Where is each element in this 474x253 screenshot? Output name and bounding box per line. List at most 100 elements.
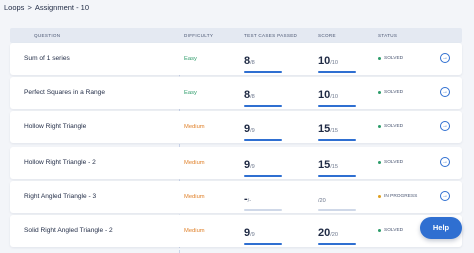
difficulty-label: Easy	[184, 90, 197, 96]
table-row[interactable]: Sum of 1 series Easy 8/8 10/10 SOLVED →	[10, 43, 462, 75]
column-header-difficulty: DIFFICULTY	[184, 33, 214, 38]
status-badge: SOLVED	[378, 90, 403, 95]
table-row[interactable]: Perfect Squares in a Range Easy 8/8 10/10 SO…	[10, 77, 462, 109]
difficulty-label: Medium	[184, 124, 205, 130]
column-header-score: SCORE	[318, 33, 336, 38]
tests-progress-bar	[244, 243, 282, 245]
status-label: SOLVED	[384, 228, 404, 233]
score-max-value: /10	[330, 94, 339, 100]
status-label: SOLVED	[384, 124, 404, 129]
question-name[interactable]: Hollow Right Triangle - 2	[24, 159, 96, 166]
breadcrumb-separator: >	[27, 3, 32, 12]
status-badge: SOLVED	[378, 160, 403, 165]
score-progress-bar	[318, 209, 356, 211]
difficulty-label: Medium	[184, 228, 205, 234]
arrow-right-circle-icon[interactable]: →	[440, 191, 450, 201]
tests-progress-fill	[244, 71, 282, 73]
status-dot-icon	[378, 229, 381, 232]
score-max-value: /15	[330, 164, 339, 170]
score-cell: 10/10	[318, 85, 356, 107]
score-cell: 10/10	[318, 51, 356, 73]
tests-progress-fill	[244, 175, 282, 177]
arrow-right-circle-icon[interactable]: →	[440, 87, 450, 97]
status-label: SOLVED	[384, 56, 404, 61]
tests-total-value: /9	[250, 128, 255, 134]
difficulty-label: Easy	[184, 56, 197, 62]
breadcrumb-parent[interactable]: Loops	[4, 3, 24, 12]
tests-total-value: /8	[250, 60, 255, 66]
question-name[interactable]: Sum of 1 series	[24, 55, 70, 62]
status-badge: SOLVED	[378, 124, 403, 129]
score-progress-bar	[318, 105, 356, 107]
status-label: IN PROGRESS	[384, 194, 418, 199]
table-row[interactable]: Hollow Right Triangle Medium 9/9 15/15 SOLVE…	[10, 111, 462, 143]
score-value: 15	[318, 123, 331, 135]
test-cases-cell: 9/9	[244, 155, 282, 177]
breadcrumb: Loops > Assignment - 10	[4, 3, 89, 12]
tests-progress-bar	[244, 139, 282, 141]
score-cell: /20	[318, 189, 356, 211]
score-max-value: /15	[330, 128, 339, 134]
score-cell: 15/15	[318, 119, 356, 141]
status-badge: SOLVED	[378, 228, 403, 233]
tests-progress-bar	[244, 105, 282, 107]
score-progress-fill	[318, 71, 356, 73]
score-progress-bar	[318, 175, 356, 177]
test-cases-cell: -/-	[244, 189, 282, 211]
help-button[interactable]: Help	[420, 217, 462, 239]
question-name[interactable]: Solid Right Angled Triangle - 2	[24, 227, 113, 234]
tests-progress-bar	[244, 71, 282, 73]
tests-total-value: /9	[250, 232, 255, 238]
status-label: SOLVED	[384, 90, 404, 95]
tests-progress-fill	[244, 105, 282, 107]
column-header-status: STATUS	[378, 33, 398, 38]
tests-progress-fill	[244, 139, 282, 141]
tests-progress-bar	[244, 209, 282, 211]
breadcrumb-current: Assignment - 10	[34, 3, 90, 12]
test-cases-cell: 8/8	[244, 51, 282, 73]
score-max-value: /20	[318, 198, 326, 204]
table-header: QUESTION DIFFICULTY TEST CASES PASSED SC…	[10, 28, 462, 43]
table-row[interactable]: Hollow Right Triangle - 2 Medium 9/9 15/15 S…	[10, 147, 462, 179]
score-progress-fill	[318, 139, 356, 141]
score-value: 10	[318, 89, 331, 101]
status-badge: IN PROGRESS	[378, 194, 417, 199]
status-dot-icon	[378, 91, 381, 94]
table-row[interactable]: Right Angled Triangle - 3 Medium -/- /20 IN …	[10, 181, 462, 213]
question-name[interactable]: Perfect Squares in a Range	[24, 89, 105, 96]
score-progress-bar	[318, 71, 356, 73]
score-progress-bar	[318, 243, 356, 245]
tests-progress-bar	[244, 175, 282, 177]
score-max-value: /20	[330, 232, 339, 238]
difficulty-label: Medium	[184, 194, 205, 200]
score-progress-bar	[318, 139, 356, 141]
score-value: 20	[318, 227, 331, 239]
status-dot-icon	[378, 125, 381, 128]
question-name[interactable]: Hollow Right Triangle	[24, 123, 86, 130]
score-value: 15	[318, 159, 331, 171]
status-dot-icon	[378, 57, 381, 60]
status-dot-icon	[378, 195, 381, 198]
tests-total-value: /9	[250, 164, 255, 170]
arrow-right-circle-icon[interactable]: →	[440, 53, 450, 63]
test-cases-cell: 9/9	[244, 223, 282, 245]
tests-total-value: /8	[250, 94, 255, 100]
score-max-value: /10	[330, 60, 339, 66]
status-label: SOLVED	[384, 160, 404, 165]
arrow-right-circle-icon[interactable]: →	[440, 157, 450, 167]
question-name[interactable]: Right Angled Triangle - 3	[24, 193, 96, 200]
score-value: 10	[318, 55, 331, 67]
tests-progress-fill	[244, 243, 282, 245]
test-cases-cell: 9/9	[244, 119, 282, 141]
test-cases-cell: 8/8	[244, 85, 282, 107]
score-cell: 15/15	[318, 155, 356, 177]
score-progress-fill	[318, 243, 356, 245]
status-dot-icon	[378, 161, 381, 164]
arrow-right-circle-icon[interactable]: →	[440, 121, 450, 131]
table-row[interactable]: Solid Right Angled Triangle - 2 Medium 9/9…	[10, 215, 462, 247]
score-progress-fill	[318, 105, 356, 107]
difficulty-label: Medium	[184, 160, 205, 166]
column-header-question: QUESTION	[34, 33, 61, 38]
column-header-test-cases: TEST CASES PASSED	[244, 33, 298, 38]
score-cell: 20/20	[318, 223, 356, 245]
